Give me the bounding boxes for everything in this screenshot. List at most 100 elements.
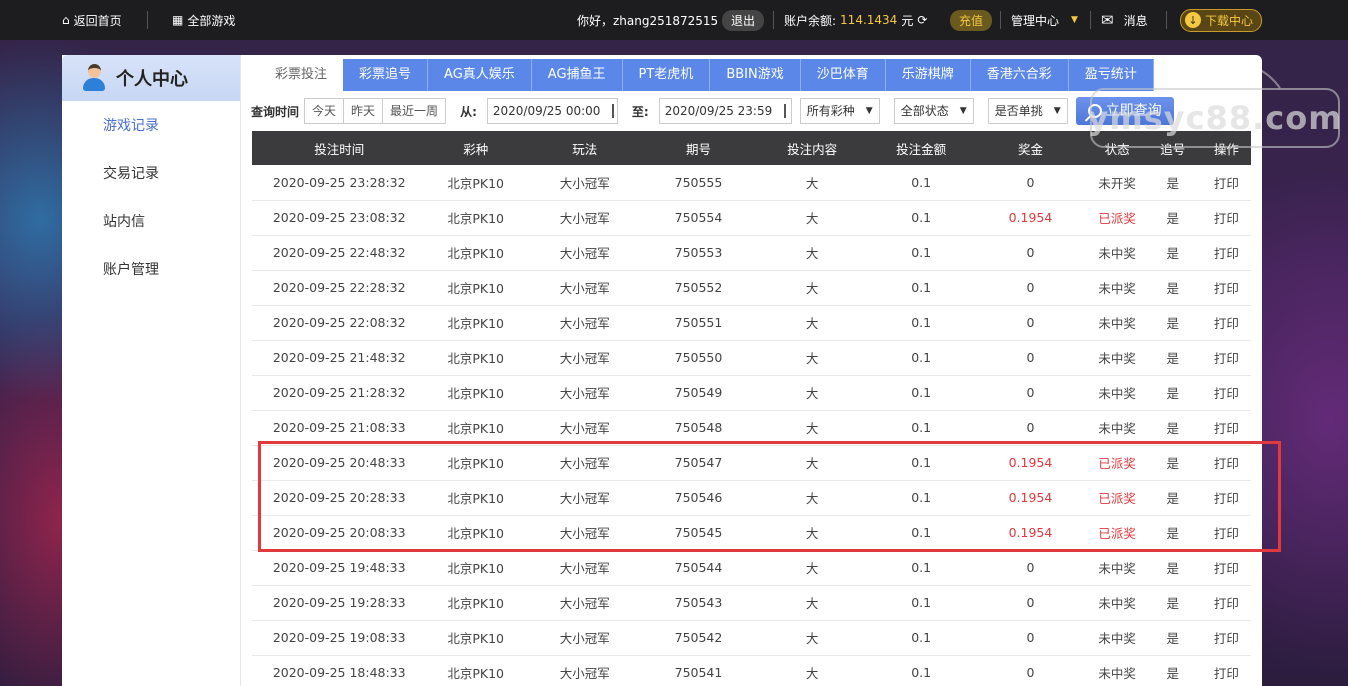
logout-button[interactable]: 退出: [722, 9, 765, 31]
chase-cell: 是: [1143, 165, 1202, 201]
status-cell: 未中奖: [1090, 585, 1144, 621]
admin-center-menu[interactable]: 管理中心 ▼: [1011, 12, 1078, 29]
print-button[interactable]: 打印: [1201, 410, 1251, 446]
divider: [147, 11, 148, 29]
calendar-icon[interactable]: [784, 104, 787, 118]
table-header-row: 投注时间 彩种 玩法 期号 投注内容 投注金额 奖金 状态 追号 操作: [252, 131, 1251, 165]
bet-time-cell: 2020-09-25 21:48:32: [252, 340, 427, 376]
lottery-cell: 北京PK10: [426, 445, 525, 481]
amount-cell: 0.1: [872, 340, 971, 376]
content-cell: 大: [752, 445, 872, 481]
print-button[interactable]: 打印: [1201, 550, 1251, 586]
status-cell: 已派奖: [1090, 445, 1144, 481]
sidebar-item-game-records[interactable]: 游戏记录: [62, 102, 240, 150]
content-cell: 大: [752, 270, 872, 306]
chase-cell: 是: [1143, 655, 1202, 686]
status-cell: 未中奖: [1090, 550, 1144, 586]
amount-cell: 0.1: [872, 410, 971, 446]
tab-pt-slots[interactable]: PT老虎机: [622, 59, 711, 91]
divider: [1090, 11, 1091, 29]
balance-value: 114.1434: [840, 13, 898, 27]
content-cell: 大: [752, 375, 872, 411]
play-cell: 大小冠军: [524, 620, 645, 656]
table-row: 2020-09-25 21:28:32 北京PK10 大小冠军 750549 大 0.1 0…: [252, 375, 1251, 411]
bet-time-cell: 2020-09-25 18:48:33: [252, 655, 427, 686]
download-center-button[interactable]: ↓ 下载中心: [1180, 8, 1263, 32]
table-row: 2020-09-25 21:48:32 北京PK10 大小冠军 750550 大 0.1 0…: [252, 340, 1251, 376]
dropdown-arrow-icon: ▼: [959, 106, 967, 116]
lottery-type-value: 所有彩种: [806, 104, 855, 118]
tab-lottery-bets[interactable]: 彩票投注: [259, 59, 344, 91]
print-button[interactable]: 打印: [1201, 445, 1251, 481]
table-row: 2020-09-25 21:08:33 北京PK10 大小冠军 750548 大 0.1 0…: [252, 410, 1251, 446]
status-cell: 未中奖: [1090, 655, 1144, 686]
tab-bbin[interactable]: BBIN游戏: [710, 59, 801, 91]
single-bet-select[interactable]: 是否单挑 ▼: [987, 98, 1068, 124]
issue-cell: 750551: [644, 305, 753, 341]
to-date-input[interactable]: 2020/09/25 23:59: [658, 98, 792, 124]
refresh-icon[interactable]: ⟳: [917, 13, 927, 27]
print-button[interactable]: 打印: [1201, 270, 1251, 306]
tab-ag-fishing[interactable]: AG捕鱼王: [531, 59, 623, 91]
tab-card-games[interactable]: 乐游棋牌: [885, 59, 971, 91]
sidebar-item-transactions[interactable]: 交易记录: [62, 150, 240, 198]
sidebar-item-account[interactable]: 账户管理: [62, 246, 240, 294]
col-action: 操作: [1201, 131, 1251, 165]
print-button[interactable]: 打印: [1201, 340, 1251, 376]
tab-lottery-chase[interactable]: 彩票追号: [343, 59, 429, 91]
play-cell: 大小冠军: [524, 445, 645, 481]
query-button[interactable]: 立即查询: [1075, 97, 1174, 125]
chase-cell: 是: [1143, 410, 1202, 446]
issue-cell: 750547: [644, 445, 753, 481]
single-bet-value: 是否单挑: [994, 104, 1043, 118]
tab-hk-lottery[interactable]: 香港六合彩: [970, 59, 1069, 91]
print-button[interactable]: 打印: [1201, 515, 1251, 551]
print-button[interactable]: 打印: [1201, 305, 1251, 341]
print-button[interactable]: 打印: [1201, 165, 1251, 201]
play-cell: 大小冠军: [524, 340, 645, 376]
sidebar-item-inbox[interactable]: 站内信: [62, 198, 240, 246]
today-button[interactable]: 今天: [304, 98, 345, 124]
print-button[interactable]: 打印: [1201, 620, 1251, 656]
balance: 账户余额: 114.1434 元 ⟳: [784, 12, 927, 29]
tab-ag-live[interactable]: AG真人娱乐: [428, 59, 532, 91]
print-button[interactable]: 打印: [1201, 375, 1251, 411]
issue-cell: 750550: [644, 340, 753, 376]
calendar-icon[interactable]: [612, 104, 615, 118]
content-cell: 大: [752, 410, 872, 446]
print-button[interactable]: 打印: [1201, 655, 1251, 686]
play-cell: 大小冠军: [524, 515, 645, 551]
balance-unit: 元: [901, 13, 914, 28]
print-button[interactable]: 打印: [1201, 235, 1251, 271]
home-link[interactable]: ⌂ 返回首页: [62, 12, 122, 29]
table-row: 2020-09-25 19:28:33 北京PK10 大小冠军 750543 大 0.1 0…: [252, 585, 1251, 621]
tab-profit-stats[interactable]: 盈亏统计: [1068, 59, 1154, 91]
tab-saba-sports[interactable]: 沙巴体育: [800, 59, 886, 91]
lottery-type-select[interactable]: 所有彩种 ▼: [799, 98, 880, 124]
play-cell: 大小冠军: [524, 235, 645, 271]
divider: [1166, 11, 1167, 29]
print-button[interactable]: 打印: [1201, 200, 1251, 236]
messages-link[interactable]: ✉ 消息: [1101, 11, 1148, 29]
bet-time-cell: 2020-09-25 20:48:33: [252, 445, 427, 481]
bet-time-cell: 2020-09-25 22:28:32: [252, 270, 427, 306]
from-date-input[interactable]: 2020/09/25 00:00: [486, 98, 618, 124]
chase-cell: 是: [1143, 270, 1202, 306]
print-button[interactable]: 打印: [1201, 480, 1251, 516]
status-cell: 未中奖: [1090, 270, 1144, 306]
chase-cell: 是: [1143, 235, 1202, 271]
status-cell: 未开奖: [1090, 165, 1144, 201]
status-select[interactable]: 全部状态 ▼: [893, 98, 974, 124]
table-row: 2020-09-25 20:48:33 北京PK10 大小冠军 750547 大 0.1 0…: [252, 445, 1251, 481]
print-button[interactable]: 打印: [1201, 585, 1251, 621]
from-date-value: 2020/09/25 00:00: [492, 104, 601, 118]
last-week-button[interactable]: 最近一周: [382, 98, 447, 124]
issue-cell: 750541: [644, 655, 753, 686]
yesterday-button[interactable]: 昨天: [343, 98, 384, 124]
recharge-button[interactable]: 充值: [950, 9, 993, 31]
chase-cell: 是: [1143, 480, 1202, 516]
balance-label: 账户余额:: [784, 13, 837, 28]
home-label: 返回首页: [73, 13, 122, 28]
all-games-link[interactable]: ▦ 全部游戏: [172, 12, 235, 29]
col-prize: 奖金: [970, 131, 1091, 165]
